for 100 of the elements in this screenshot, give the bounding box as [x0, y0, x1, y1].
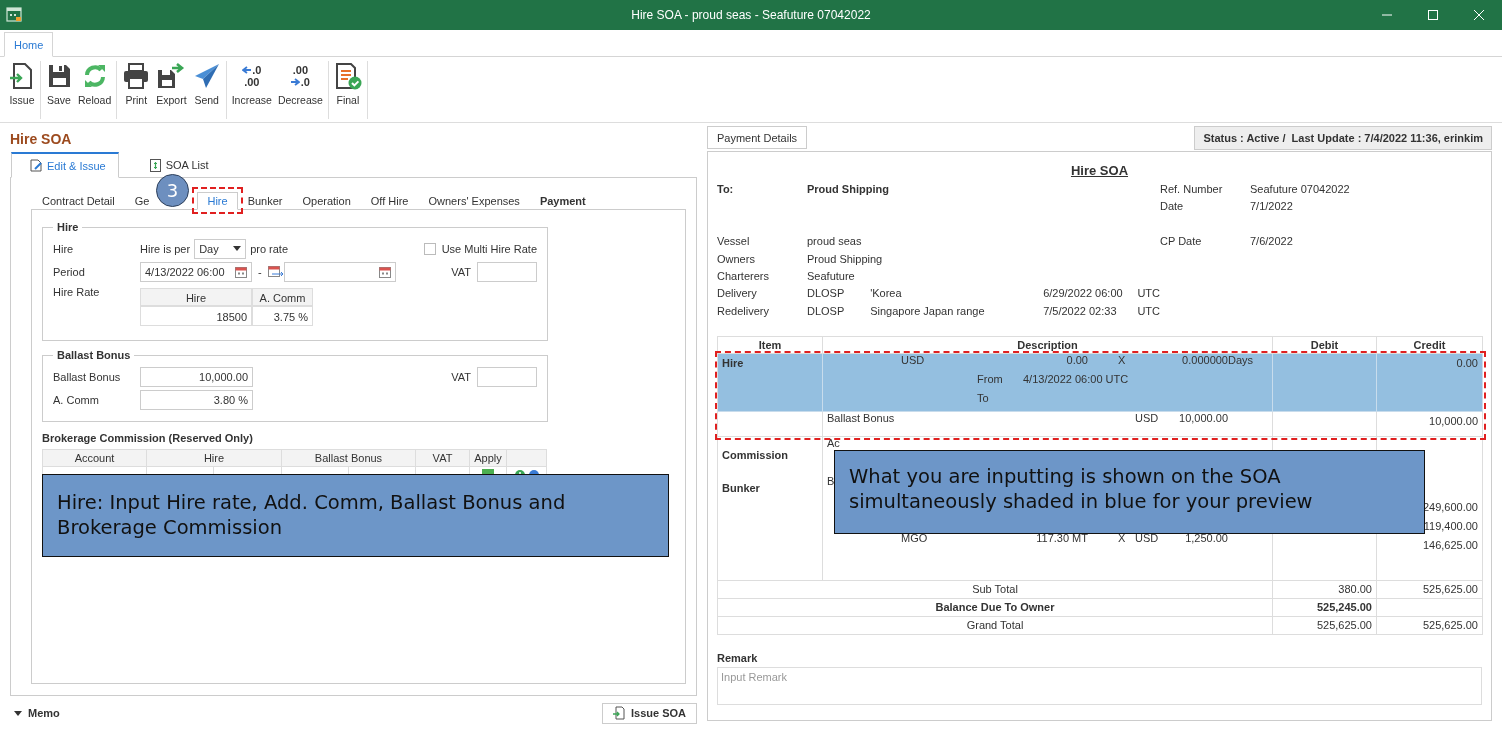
input-field[interactable] [477, 261, 537, 282]
panel-title: Hire SOA [10, 130, 73, 149]
field-value: 6/29/2022 06:00 [1043, 287, 1124, 302]
field-value: proud seas [807, 235, 863, 250]
document-check-icon [333, 62, 362, 90]
tab[interactable]: Payment [529, 192, 596, 210]
field-label: To: [717, 183, 735, 197]
tab[interactable]: Edit & Issue [11, 152, 119, 178]
payment-details-button[interactable]: Payment Details [707, 126, 808, 149]
column-header: Account [42, 449, 147, 467]
tab[interactable]: Owners' Expenses [418, 192, 530, 210]
remark-field[interactable]: Input Remark [717, 667, 1482, 706]
arrow-icon [242, 66, 252, 74]
field-label: Hire is per [140, 242, 191, 255]
cell-text: 525,625.00 [1422, 619, 1478, 632]
field-value: Seafuture 07042022 [1250, 183, 1351, 197]
dropdown[interactable]: Day [194, 238, 247, 259]
calendar-icon [378, 265, 391, 278]
callout-tooltip: What you are inputting is shown on the SOA simultaneously shaded in blue for your preview [834, 450, 1425, 534]
calendar-icon [6, 6, 22, 22]
field-label: Ref. Number [1160, 183, 1224, 197]
cell-text: 4/13/2022 06:00 UTC [1023, 373, 1129, 388]
field-label: Remark [717, 652, 759, 665]
input-field[interactable] [477, 366, 537, 387]
cell-text: X [1118, 532, 1126, 547]
field-value: 7/6/2022 [1250, 235, 1294, 250]
cell-text: 249,600.00 [1422, 501, 1478, 514]
input-field[interactable]: 3.80 % [140, 389, 253, 410]
toolbar-button[interactable]: Save [43, 61, 75, 119]
group-title: Hire [56, 221, 80, 233]
column-header: VAT [415, 449, 470, 467]
tab[interactable]: Operation [292, 192, 361, 210]
field-value: UTC [1137, 304, 1160, 319]
field-label: Delivery [717, 287, 758, 302]
cell-text: 380.00 [1338, 583, 1372, 596]
date-field[interactable] [283, 261, 396, 282]
checkbox[interactable] [423, 242, 436, 255]
issue-button[interactable]: Issue SOA [601, 702, 697, 724]
input-field[interactable]: 10,000.00 [140, 366, 253, 387]
field-label: A. Comm [53, 393, 100, 406]
calendar-icon [235, 265, 247, 278]
cell-text: 0.000000 [1182, 354, 1228, 369]
toolbar-button[interactable]: Print [119, 61, 154, 119]
field-value: Proud Shipping [807, 183, 890, 197]
input-field[interactable]: 3.75 % [252, 306, 313, 326]
cell-text: Balance Due To Owner [935, 601, 1055, 614]
cell-text: 525,245.00 [1316, 601, 1372, 614]
column-header: A. Comm [252, 288, 313, 306]
field-value: UTC [1137, 287, 1160, 302]
toolbar-button[interactable]: Export [153, 61, 190, 119]
cell-text: 525,625.00 [1422, 583, 1478, 596]
toolbar-button[interactable]: Final [330, 61, 365, 119]
field-value: 7/1/2022 [1250, 200, 1294, 215]
cell-text: To [977, 392, 989, 407]
decimal-label: .0 [252, 64, 262, 76]
cell-text: 0.00 [1456, 357, 1478, 370]
toolbar-button[interactable]: Send [189, 61, 224, 119]
callout-tooltip: Hire: Input Hire rate, Add. Comm, Ballast Bonus and Brokerage Commission [42, 474, 669, 557]
cell-text: From [977, 373, 1003, 388]
calendar-arrow-icon [267, 264, 284, 279]
field-label: Period [53, 265, 86, 278]
cell-text: B [826, 475, 835, 490]
field-value: Singapore Japan range [870, 304, 986, 319]
date-field[interactable]: 4/13/2022 06:00 [140, 261, 252, 282]
separator-label: - [258, 265, 262, 278]
cell-text: Grand Total [966, 619, 1024, 632]
tab[interactable]: Off Hire [360, 192, 419, 210]
column-header: Hire [146, 449, 282, 467]
toolbar-button[interactable]: Reload [75, 61, 115, 119]
caret-icon [14, 710, 22, 716]
cell-text: X [1118, 354, 1126, 369]
toolbar-button[interactable]: .0 .00 Increase [228, 61, 275, 119]
field-label: Redelivery [717, 304, 770, 319]
cell-text: Commission [722, 449, 788, 462]
toolbar-button[interactable]: Issue [6, 61, 38, 119]
input-field[interactable]: 18500 [140, 306, 252, 326]
toolbar-button[interactable]: .00 .0 Decrease [274, 61, 326, 119]
document-arrow-icon [612, 706, 625, 720]
field-label: Date [1160, 200, 1185, 215]
decimal-label: .00 [292, 64, 309, 76]
field-label: Hire [53, 242, 75, 255]
cell-text: Ac [826, 437, 840, 452]
printer-icon [122, 62, 151, 90]
cell-text: MGO [901, 532, 928, 547]
cell-text: Sub Total [972, 583, 1018, 596]
field-value: 'Korea [870, 287, 903, 302]
cell-text: 1,250.00 [1185, 532, 1228, 547]
tab[interactable]: Contract Detail [32, 192, 125, 210]
cell-text: USD [1135, 532, 1159, 547]
cell-text: 0.00 [1066, 354, 1088, 369]
field-value: DLOSP [807, 304, 846, 319]
column-header: Hire [140, 288, 252, 306]
ribbon-tab[interactable]: Home [4, 32, 54, 57]
window-title: Hire SOA - proud seas - Seafuture 07042022 [630, 8, 872, 22]
tab[interactable]: Hire [197, 192, 238, 210]
tab[interactable]: Bunker [237, 192, 293, 210]
field-value: 7/5/2022 02:33 [1043, 304, 1118, 319]
field-value: DLOSP [807, 287, 846, 302]
close-icon [1473, 9, 1485, 21]
cell-text: Bunker [722, 482, 760, 495]
